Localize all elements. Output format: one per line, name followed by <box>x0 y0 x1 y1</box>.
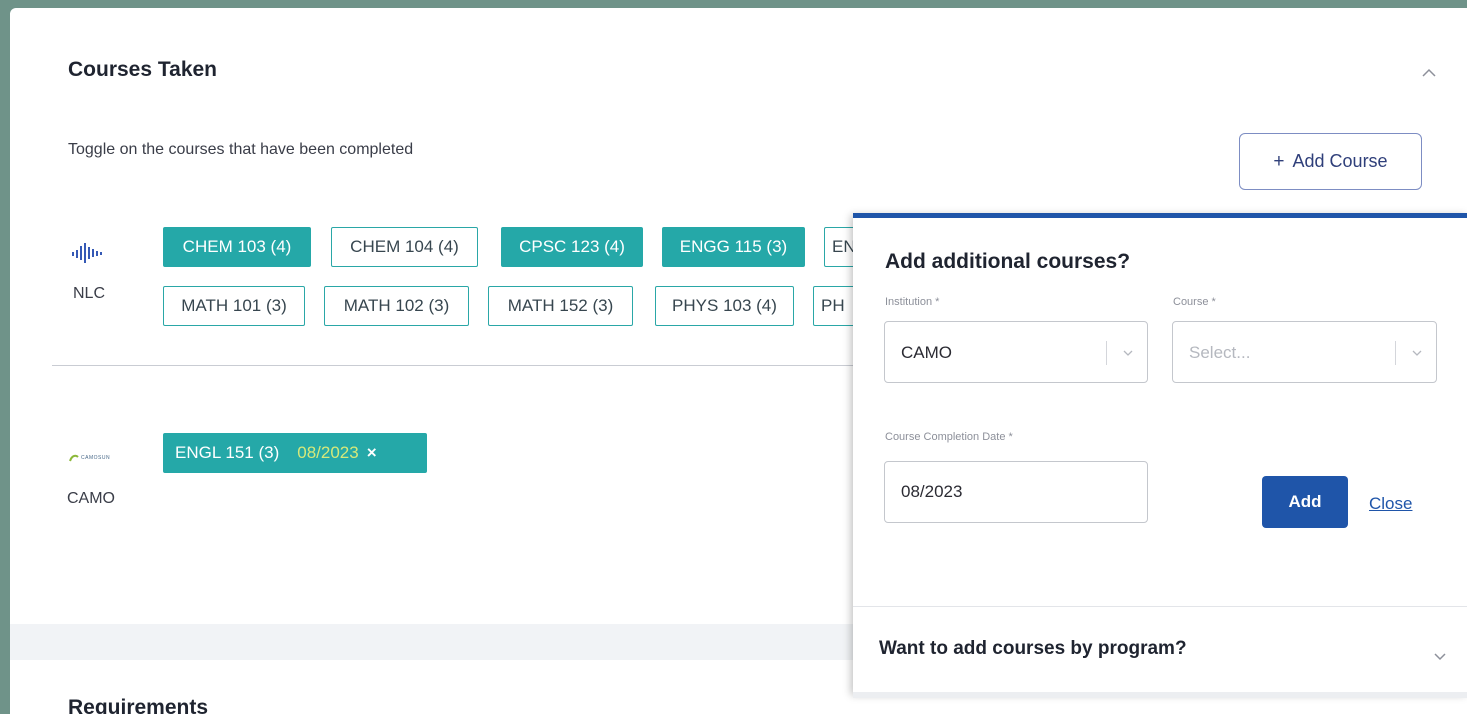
requirements-title: Requirements <box>68 696 209 714</box>
chevron-up-icon <box>1422 68 1436 77</box>
chevron-down-icon <box>1123 350 1133 356</box>
popover-divider <box>853 606 1467 607</box>
collapse-button[interactable] <box>1418 62 1440 84</box>
camo-logo: CAMOSUN <box>69 454 110 462</box>
course-chip[interactable]: CHEM 103 (4) <box>163 227 311 267</box>
course-chip[interactable]: MATH 101 (3) <box>163 286 305 326</box>
course-select-placeholder: Select... <box>1189 343 1251 362</box>
course-chip[interactable]: ENGL 151 (3) 08/2023 × <box>163 433 427 473</box>
course-chip[interactable]: PHYS 103 (4) <box>655 286 794 326</box>
select-separator <box>1106 341 1107 365</box>
course-chip[interactable]: CHEM 104 (4) <box>331 227 478 267</box>
program-section-title[interactable]: Want to add courses by program? <box>879 638 1187 660</box>
institution-select[interactable]: CAMO <box>884 321 1148 383</box>
camo-logo-mark <box>69 454 79 462</box>
course-chip-date: 08/2023 <box>297 443 359 462</box>
add-button[interactable]: Add <box>1262 476 1348 528</box>
completion-date-label: Course Completion Date * <box>885 431 1013 443</box>
popover-footer <box>853 692 1467 698</box>
course-chip-label: ENGL 151 (3) <box>175 443 280 462</box>
chevron-down-icon[interactable] <box>1432 651 1448 663</box>
remove-icon[interactable]: × <box>367 443 377 463</box>
add-course-label: Add Course <box>1292 151 1388 171</box>
chevron-down-icon <box>1412 350 1422 356</box>
course-select[interactable]: Select... <box>1172 321 1437 383</box>
institution-name: CAMO <box>67 490 115 507</box>
add-courses-popover: Add additional courses? Institution * CA… <box>853 213 1467 698</box>
course-chip[interactable]: MATH 102 (3) <box>324 286 469 326</box>
institution-name: NLC <box>73 285 106 302</box>
card-title: Courses Taken <box>68 58 217 81</box>
camo-logo-text: CAMOSUN <box>81 455 111 461</box>
course-label: Course * <box>1173 296 1216 308</box>
popover-title: Add additional courses? <box>885 250 1131 273</box>
select-separator <box>1395 341 1396 365</box>
institution-select-value: CAMO <box>901 343 952 362</box>
institution-label: Institution * <box>885 296 940 308</box>
course-chip[interactable]: ENGG 115 (3) <box>662 227 805 267</box>
card-subtitle: Toggle on the courses that have been com… <box>68 141 414 158</box>
course-chip[interactable]: CPSC 123 (4) <box>501 227 643 267</box>
plus-icon: + <box>1273 150 1285 172</box>
completion-date-input[interactable] <box>884 461 1148 523</box>
institution-divider <box>52 365 882 366</box>
courses-taken-card: Courses Taken Toggle on the courses that… <box>10 8 1467 714</box>
add-course-button[interactable]: + Add Course <box>1239 133 1422 190</box>
nlc-logo <box>72 243 102 263</box>
course-chip[interactable]: MATH 152 (3) <box>488 286 633 326</box>
close-link[interactable]: Close <box>1369 494 1412 514</box>
